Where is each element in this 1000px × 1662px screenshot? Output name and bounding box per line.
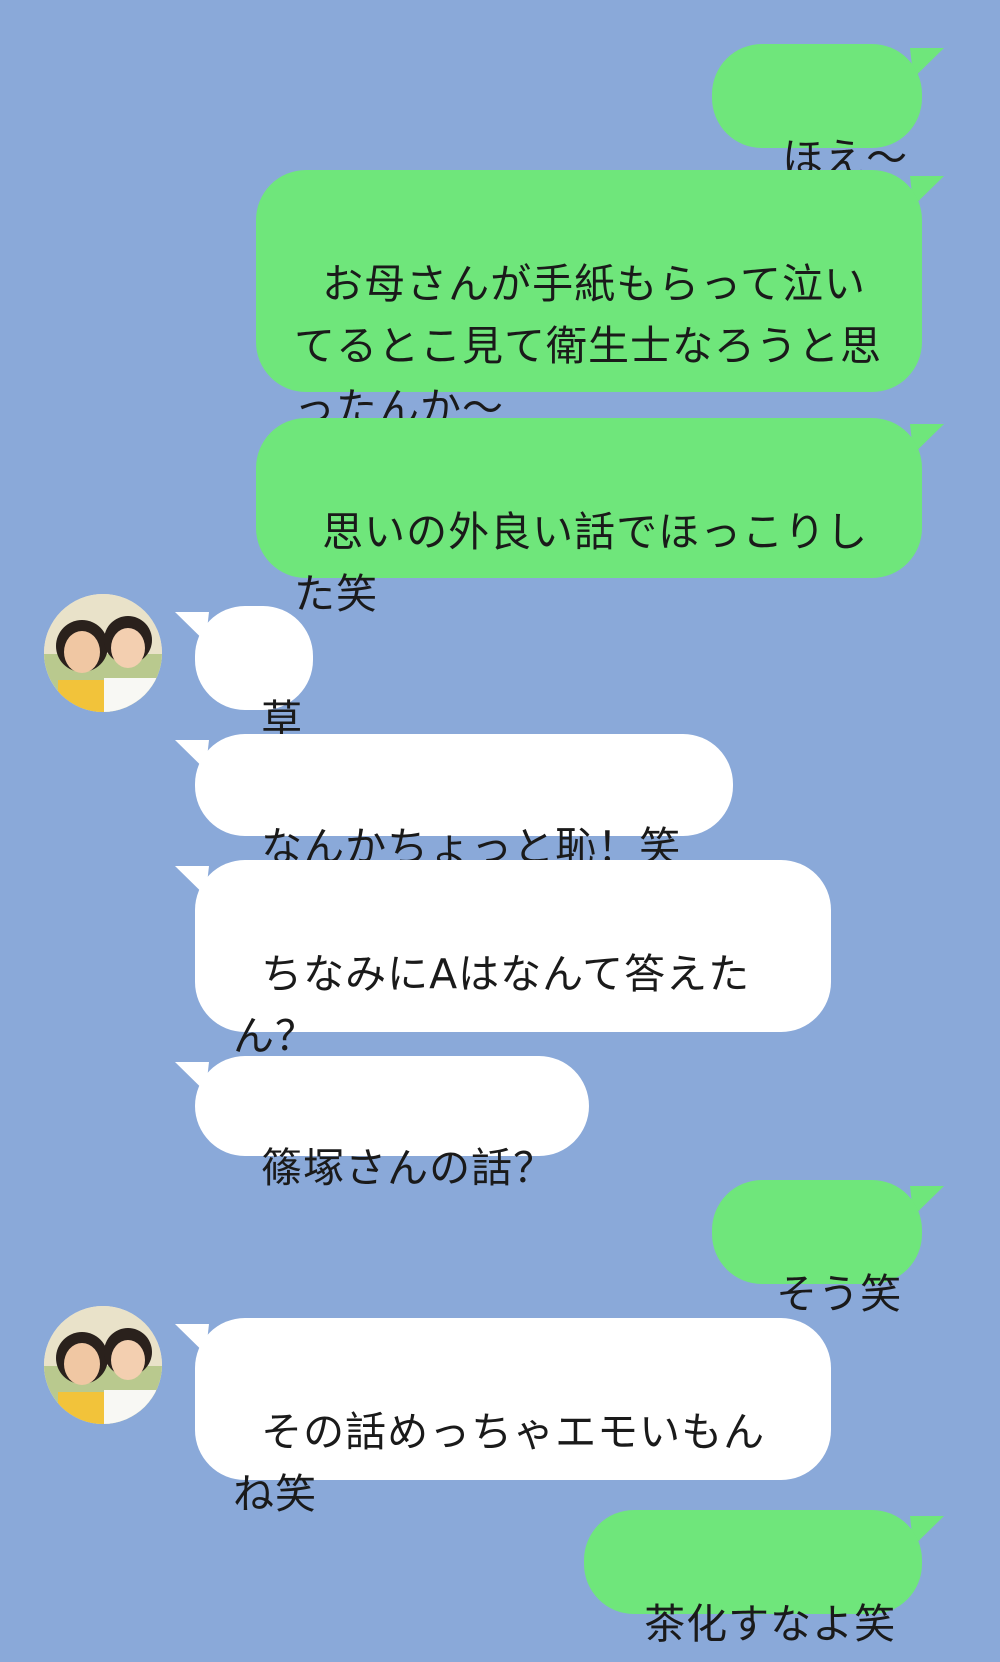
message-text: 思いの外良い話でほっこりした笑 — [294, 508, 869, 618]
sent-message[interactable]: 茶化すなよ笑 — [584, 1510, 922, 1648]
avatar[interactable] — [44, 1306, 162, 1424]
message-text: 篠塚さんの話？ — [261, 1144, 556, 1192]
message-text: お母さんが手紙もらって泣いてるとこ見て衛生士なろうと思ったんか〜 — [294, 260, 882, 432]
received-message[interactable]: 草 — [195, 606, 313, 744]
sent-message[interactable]: お母さんが手紙もらって泣いてるとこ見て衛生士なろうと思ったんか〜 — [256, 170, 922, 432]
received-message[interactable]: ちなみにAはなんて答えたん？ — [195, 860, 831, 1060]
sent-message[interactable]: ほえ〜 — [712, 44, 922, 182]
message-text: ちなみにAはなんて答えたん？ — [233, 950, 751, 1060]
received-message[interactable]: その話めっちゃエモいもんね笑 — [195, 1318, 831, 1518]
message-text: その話めっちゃエモいもんね笑 — [233, 1408, 766, 1518]
avatar[interactable] — [44, 594, 162, 712]
message-text: 茶化すなよ笑 — [644, 1600, 897, 1648]
message-text: そう笑 — [776, 1270, 903, 1318]
profile-photo-two-women-icon — [44, 594, 162, 712]
profile-photo-two-women-icon — [44, 1306, 162, 1424]
received-message[interactable]: 篠塚さんの話？ — [195, 1056, 589, 1192]
sent-message[interactable]: 思いの外良い話でほっこりした笑 — [256, 418, 922, 618]
sent-message[interactable]: そう笑 — [712, 1180, 922, 1318]
received-message[interactable]: なんかちょっと恥！笑 — [195, 734, 733, 871]
